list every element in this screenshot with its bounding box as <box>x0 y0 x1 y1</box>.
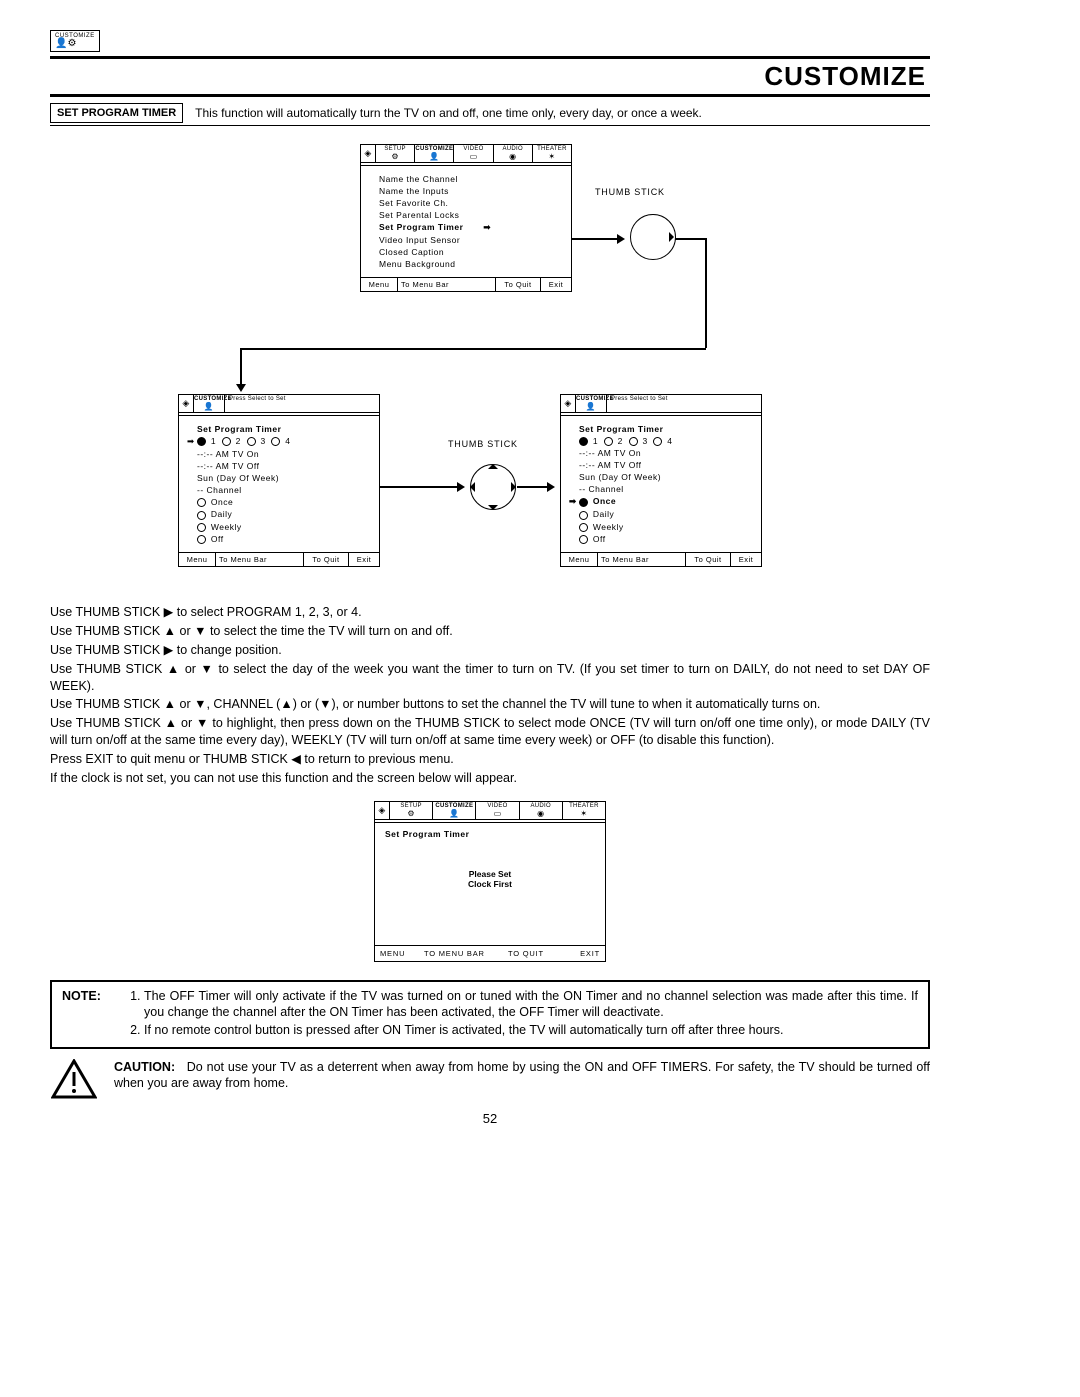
menu-items: Name the Channel Name the Inputs Set Fav… <box>361 166 571 277</box>
instruction-text: Use THUMB STICK ▶ to select PROGRAM 1, 2… <box>50 604 930 787</box>
note-box: NOTE: The OFF Timer will only activate i… <box>50 980 930 1049</box>
note-item: The OFF Timer will only activate if the … <box>144 988 918 1021</box>
note-item: If no remote control button is pressed a… <box>144 1022 918 1038</box>
thumbstick-label-2: THUMB STICK <box>448 440 518 450</box>
intro-row: SET PROGRAM TIMER This function will aut… <box>50 101 930 126</box>
menu-screen-timer-1: ◈ CUSTOMIZE👤 Press Select to Set Set Pro… <box>178 394 380 567</box>
thumbstick-icon <box>630 214 676 260</box>
knob-icon: ◈ <box>361 145 376 162</box>
section-description: This function will automatically turn th… <box>195 106 702 120</box>
page-number: 52 <box>50 1111 930 1126</box>
flow-diagram: ◈ SETUP⚙ CUSTOMIZE👤 VIDEO▭ AUDIO◉ THEATE… <box>50 134 930 594</box>
section-label: SET PROGRAM TIMER <box>50 103 183 123</box>
thumbstick-icon-2 <box>470 464 516 510</box>
menu-screen-timer-2: ◈ CUSTOMIZE👤 Press Select to Set Set Pro… <box>560 394 762 567</box>
clock-first-screen: ◈ SETUP⚙ CUSTOMIZE👤 VIDEO▭ AUDIO◉ THEATE… <box>374 801 606 962</box>
page-title: CUSTOMIZE <box>50 56 930 97</box>
warning-icon <box>50 1059 98 1099</box>
menu-screen-customize: ◈ SETUP⚙ CUSTOMIZE👤 VIDEO▭ AUDIO◉ THEATE… <box>360 144 572 292</box>
caution-block: CAUTION: Do not use your TV as a deterre… <box>50 1059 930 1099</box>
customize-corner-badge: CUSTOMIZE 👤⚙ <box>50 30 100 52</box>
thumbstick-label-1: THUMB STICK <box>595 188 665 198</box>
